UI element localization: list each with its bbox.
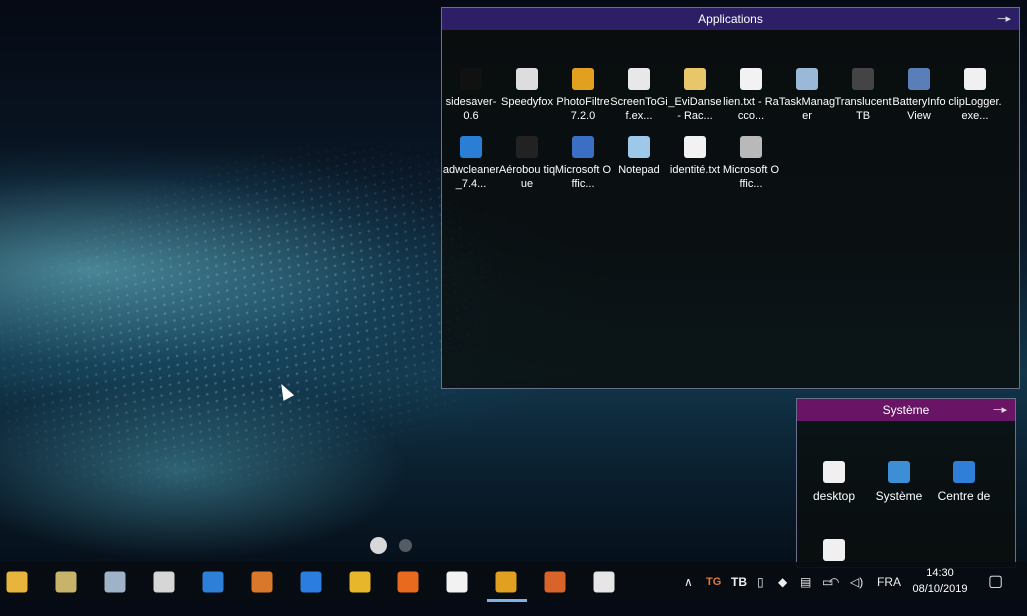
photofiltre-icon[interactable]: [495, 571, 517, 593]
clock[interactable]: 14:30 08/10/2019: [905, 565, 975, 597]
shortcut-label: TaskManager: [778, 96, 836, 122]
tray-defender-shield-icon[interactable]: ◆: [778, 562, 787, 602]
clock-date: 08/10/2019: [912, 583, 968, 595]
page-dot-2[interactable]: [399, 539, 412, 552]
shortcut-label: PhotoFiltre 7.2.0: [556, 96, 610, 122]
shortcut-label: _EviDanse - Rac...: [668, 96, 722, 122]
shortcut-label: Notepad: [618, 164, 660, 176]
desktop-file-icon: [823, 461, 845, 483]
desktop-shortcut[interactable]: sidesaver-0.6: [442, 68, 500, 123]
tray-usb-icon[interactable]: ▯: [757, 562, 764, 602]
tray-tg-icon[interactable]: TG: [706, 562, 721, 602]
battery-info-icon: [908, 68, 930, 90]
desktop-shortcut[interactable]: TaskManager: [778, 68, 836, 123]
desktop-shortcut[interactable]: PhotoFiltre 7.2.0: [554, 68, 612, 123]
tray-translucenttb-icon[interactable]: TB: [731, 562, 747, 602]
page-dot-1[interactable]: [370, 537, 387, 554]
text-file-icon: [740, 68, 762, 90]
desktop-shortcut[interactable]: BatteryInfoView: [890, 68, 948, 123]
desktop-shortcut[interactable]: adwcleaner_7.4...: [442, 136, 500, 191]
office-excel-icon: [740, 136, 762, 158]
shortcut-label: desktop: [812, 489, 856, 503]
edge-icon[interactable]: [300, 571, 322, 593]
shortcut-label: BatteryInfoView: [892, 96, 946, 122]
desktop-shortcut[interactable]: Centre de: [933, 461, 995, 504]
computer-icon: [888, 461, 910, 483]
tray-wifi-icon[interactable]: ◠: [829, 562, 839, 602]
shortcut-label: Système: [875, 489, 923, 503]
app-icon-2[interactable]: [55, 571, 77, 593]
applications-fence-title: Applications: [698, 12, 763, 26]
desktop-shortcut[interactable]: Système: [868, 461, 930, 504]
action-center-flag-icon: [953, 461, 975, 483]
desktop-shortcut[interactable]: Microsoft Offic...: [554, 136, 612, 191]
shortcut-label: lien.txt - Racco...: [723, 96, 779, 122]
sidesaver-icon[interactable]: [446, 571, 468, 593]
photofiltre-icon: [572, 68, 594, 90]
chrome-icon[interactable]: [349, 571, 371, 593]
shortcut-label: TranslucentTB: [834, 96, 892, 122]
shortcut-label: Microsoft Offic...: [554, 164, 612, 190]
tray-volume-icon[interactable]: ◁): [850, 562, 863, 602]
desktop-shortcut[interactable]: lien.txt - Racco...: [722, 68, 780, 123]
taskbar: ∧ TG TB ▯ ◆ ▤ ▭ ◠ ◁) FRA 14:30 08/10/201…: [0, 562, 1027, 602]
pin-icon[interactable]: ─▸: [998, 8, 1011, 30]
text-file-icon: [684, 136, 706, 158]
sidesaver-icon: [460, 68, 482, 90]
office-word-icon: [572, 136, 594, 158]
shortcut-label: Aérobou tique: [498, 164, 556, 190]
adwcleaner-icon: [460, 136, 482, 158]
speedyfox-icon: [516, 68, 538, 90]
shortcut-label: identité.txt: [669, 164, 721, 176]
desktop-shortcut[interactable]: Notepad: [610, 136, 668, 177]
cliplogger-icon: [964, 68, 986, 90]
pin-icon[interactable]: ─▸: [994, 399, 1007, 421]
language-indicator[interactable]: FRA: [877, 562, 901, 602]
systeme-fence[interactable]: Système ─▸ desktopSystèmeCentre deCatalo…: [796, 398, 1016, 568]
desktop-shortcut[interactable]: Speedyfox: [498, 68, 556, 109]
desktop-shortcut[interactable]: Microsoft Offic...: [722, 136, 780, 191]
shortcut-label: sidesaver-0.6: [445, 96, 497, 122]
action-center-notification-icon[interactable]: ▢: [988, 562, 1003, 602]
firefox-icon[interactable]: [397, 571, 419, 593]
file-explorer-icon[interactable]: [6, 571, 28, 593]
translucenttb-icon: [852, 68, 874, 90]
shortcut-label: adwcleaner_7.4...: [442, 164, 500, 190]
task-manager-icon: [796, 68, 818, 90]
desktop-shortcut[interactable]: desktop: [803, 461, 865, 504]
systeme-fence-title-bar[interactable]: Système ─▸: [797, 399, 1015, 421]
notepad-icon: [628, 136, 650, 158]
catalog-file-icon: [823, 539, 845, 561]
shortcut-label: Microsoft Offic...: [722, 164, 780, 190]
desktop-shortcut[interactable]: ScreenToGif.ex...: [610, 68, 668, 123]
screentogif-icon[interactable]: [593, 571, 615, 593]
desktop-shortcut[interactable]: TranslucentTB: [834, 68, 892, 123]
desktop-shortcut[interactable]: _EviDanse - Rac...: [666, 68, 724, 123]
clock-time: 14:30: [926, 567, 954, 579]
shortcut-label: Centre de: [937, 489, 991, 503]
applications-fence-title-bar[interactable]: Applications ─▸: [442, 8, 1019, 30]
tray-power-icon[interactable]: ▤: [800, 562, 811, 602]
desktop-shortcut[interactable]: Aérobou tique: [498, 136, 556, 191]
shortcut-label: ScreenToGif.ex...: [610, 96, 668, 122]
systeme-fence-title: Système: [882, 403, 930, 417]
malwarebytes-icon[interactable]: [202, 571, 224, 593]
show-hidden-icons-chevron-icon[interactable]: ∧: [684, 562, 693, 602]
printer-icon[interactable]: [104, 571, 126, 593]
aeroboutique-icon: [516, 136, 538, 158]
shortcut-label: Speedyfox: [501, 96, 553, 108]
screentogif-icon: [628, 68, 650, 90]
applications-fence[interactable]: Applications ─▸ sidesaver-0.6 Speedyfox Ph…: [441, 7, 1020, 389]
folder-shortcut-icon: [684, 68, 706, 90]
speedyfox-icon[interactable]: [153, 571, 175, 593]
desktop-shortcut[interactable]: identité.txt: [666, 136, 724, 177]
desktop-shortcut[interactable]: clipLogger.exe...: [946, 68, 1004, 123]
tg-icon[interactable]: [544, 571, 566, 593]
ccleaner-icon[interactable]: [251, 571, 273, 593]
shortcut-label: clipLogger.exe...: [948, 96, 1002, 122]
